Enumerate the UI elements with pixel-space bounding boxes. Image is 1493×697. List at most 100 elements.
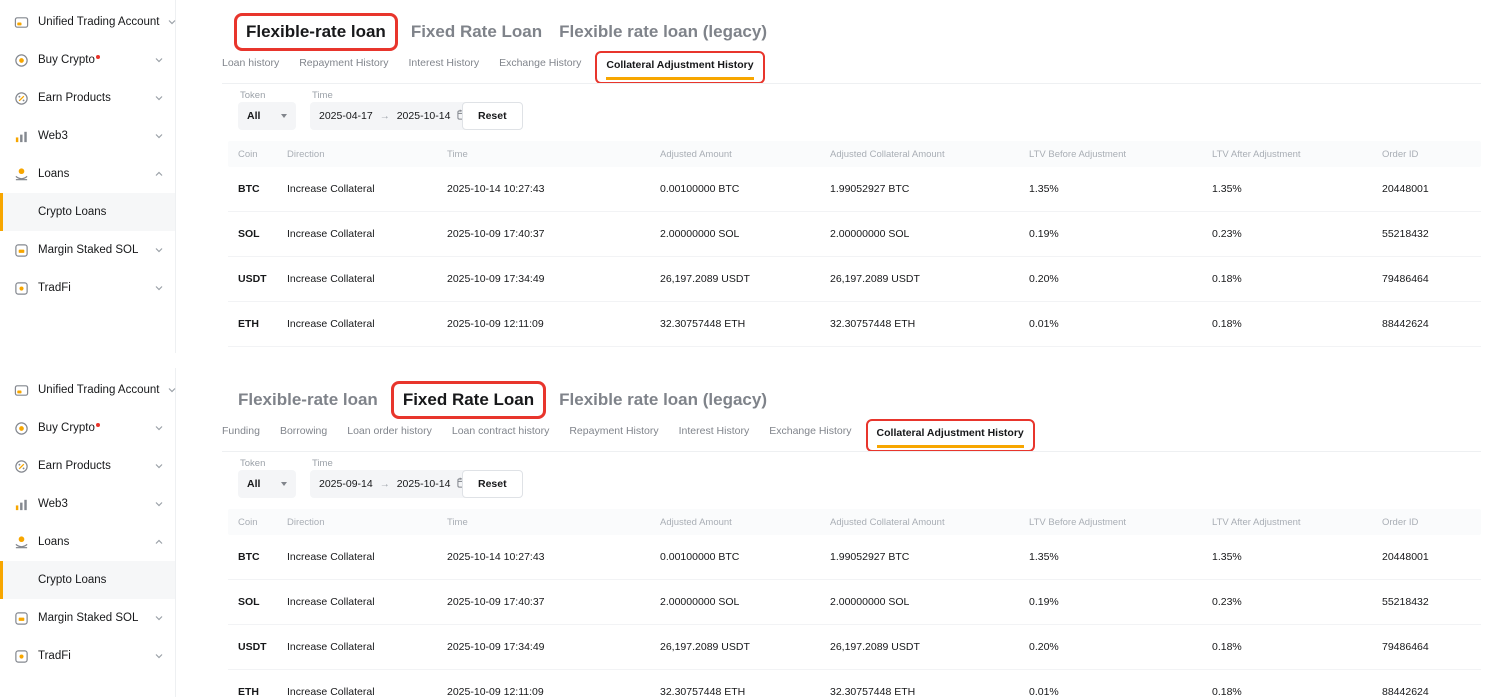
reset-button[interactable]: Reset bbox=[462, 102, 523, 130]
loan-type-tabs: Flexible-rate loan Fixed Rate Loan Flexi… bbox=[238, 386, 767, 414]
notification-dot bbox=[96, 55, 100, 59]
tab-fixed-rate-loan[interactable]: Fixed Rate Loan bbox=[411, 21, 542, 43]
cell-direction: Increase Collateral bbox=[277, 641, 437, 653]
loans-icon bbox=[14, 535, 29, 550]
cell-time: 2025-10-14 10:27:43 bbox=[437, 183, 650, 195]
sidebar-item-earn-products[interactable]: Earn Products bbox=[0, 447, 175, 485]
tab-flexible-rate-loan[interactable]: Flexible-rate loan bbox=[238, 389, 378, 411]
sidebar-item-margin-staked-sol[interactable]: Margin Staked SOL bbox=[0, 599, 175, 637]
sidebar-item-tradfi[interactable]: TradFi bbox=[0, 269, 175, 307]
date-range-picker[interactable]: 2025-09-14 → 2025-10-14 bbox=[310, 470, 477, 498]
tab-flexible-rate-loan-legacy[interactable]: Flexible rate loan (legacy) bbox=[559, 389, 767, 411]
sidebar-item-label: Web3 bbox=[38, 130, 146, 142]
earn-products-icon bbox=[14, 459, 29, 474]
history-subtabs: Loan history Repayment History Interest … bbox=[222, 57, 759, 78]
cell-adjusted-collateral-amount: 2.00000000 SOL bbox=[820, 228, 1019, 240]
tab-flexible-rate-loan-legacy[interactable]: Flexible rate loan (legacy) bbox=[559, 21, 767, 43]
reset-button[interactable]: Reset bbox=[462, 470, 523, 498]
sidebar-item-loans[interactable]: Loans bbox=[0, 523, 175, 561]
column-header-coin: Coin bbox=[228, 517, 277, 528]
cell-order-id: 79486464 bbox=[1372, 273, 1481, 285]
table-header-row: Coin Direction Time Adjusted Amount Adju… bbox=[228, 509, 1481, 535]
cell-adjusted-amount: 26,197.2089 USDT bbox=[650, 273, 820, 285]
subtab-interest-history[interactable]: Interest History bbox=[679, 425, 750, 437]
cell-coin: SOL bbox=[228, 596, 277, 608]
sidebar-item-earn-products[interactable]: Earn Products bbox=[0, 79, 175, 117]
sidebar-item-crypto-loans[interactable]: Crypto Loans bbox=[0, 561, 175, 599]
subtab-collateral-adjustment-history[interactable]: Collateral Adjustment History bbox=[606, 59, 753, 80]
column-header-direction: Direction bbox=[277, 149, 437, 160]
subtab-repayment-history[interactable]: Repayment History bbox=[569, 425, 658, 437]
subtab-repayment-history[interactable]: Repayment History bbox=[299, 57, 388, 69]
column-header-ltv-after-adjustment: LTV After Adjustment bbox=[1202, 149, 1372, 160]
sidebar-item-tradfi[interactable]: TradFi bbox=[0, 637, 175, 675]
sidebar-item-crypto-loans[interactable]: Crypto Loans bbox=[0, 193, 175, 231]
cell-adjusted-collateral-amount: 1.99052927 BTC bbox=[820, 551, 1019, 563]
date-from: 2025-09-14 bbox=[319, 478, 373, 490]
time-filter-label: Time bbox=[312, 90, 333, 101]
column-header-adjusted-amount: Adjusted Amount bbox=[650, 149, 820, 160]
tab-fixed-rate-loan[interactable]: Fixed Rate Loan bbox=[403, 389, 534, 411]
cell-adjusted-amount: 2.00000000 SOL bbox=[650, 228, 820, 240]
subtab-loan-order-history[interactable]: Loan order history bbox=[347, 425, 432, 437]
date-range-picker[interactable]: 2025-04-17 → 2025-10-14 bbox=[310, 102, 477, 130]
chevron-down-icon bbox=[155, 653, 163, 659]
cell-adjusted-amount: 32.30757448 ETH bbox=[650, 686, 820, 697]
column-header-order-id: Order ID bbox=[1372, 517, 1481, 528]
subtab-exchange-history[interactable]: Exchange History bbox=[499, 57, 581, 69]
cell-ltv-before: 0.01% bbox=[1019, 318, 1202, 330]
sidebar-item-buy-crypto[interactable]: Buy Crypto bbox=[0, 41, 175, 79]
annotation-box: Flexible-rate loan bbox=[234, 13, 398, 51]
divider bbox=[222, 83, 1481, 84]
caret-down-icon bbox=[281, 114, 287, 118]
cell-ltv-before: 0.19% bbox=[1019, 228, 1202, 240]
column-header-adjusted-collateral-amount: Adjusted Collateral Amount bbox=[820, 517, 1019, 528]
sidebar-subitem-label: Crypto Loans bbox=[38, 574, 106, 586]
subtab-interest-history[interactable]: Interest History bbox=[408, 57, 479, 69]
cell-coin: ETH bbox=[228, 318, 277, 330]
arrow-right-icon: → bbox=[380, 479, 390, 490]
sidebar-item-margin-staked-sol[interactable]: Margin Staked SOL bbox=[0, 231, 175, 269]
subtab-borrowing[interactable]: Borrowing bbox=[280, 425, 327, 437]
sidebar-item-loans[interactable]: Loans bbox=[0, 155, 175, 193]
cell-ltv-after: 1.35% bbox=[1202, 551, 1372, 563]
column-header-ltv-after-adjustment: LTV After Adjustment bbox=[1202, 517, 1372, 528]
column-header-direction: Direction bbox=[277, 517, 437, 528]
subtab-loan-contract-history[interactable]: Loan contract history bbox=[452, 425, 549, 437]
subtab-loan-history[interactable]: Loan history bbox=[222, 57, 279, 69]
cell-adjusted-collateral-amount: 26,197.2089 USDT bbox=[820, 641, 1019, 653]
tab-flexible-rate-loan[interactable]: Flexible-rate loan bbox=[246, 21, 386, 43]
cell-order-id: 88442624 bbox=[1372, 318, 1481, 330]
sidebar-item-unified-trading-account[interactable]: Unified Trading Account bbox=[0, 3, 175, 41]
table-row: ETH Increase Collateral 2025-10-09 12:11… bbox=[228, 670, 1481, 697]
cell-direction: Increase Collateral bbox=[277, 228, 437, 240]
sidebar-item-label: Web3 bbox=[38, 498, 146, 510]
sidebar-item-web3[interactable]: Web3 bbox=[0, 485, 175, 523]
cell-ltv-before: 0.20% bbox=[1019, 273, 1202, 285]
cell-adjusted-collateral-amount: 32.30757448 ETH bbox=[820, 686, 1019, 697]
cell-time: 2025-10-09 17:34:49 bbox=[437, 273, 650, 285]
cell-ltv-before: 0.01% bbox=[1019, 686, 1202, 697]
chevron-down-icon bbox=[155, 615, 163, 621]
sidebar-item-label: Loans bbox=[38, 168, 146, 180]
annotation-box: Collateral Adjustment History bbox=[595, 51, 764, 84]
cell-direction: Increase Collateral bbox=[277, 183, 437, 195]
cell-order-id: 55218432 bbox=[1372, 228, 1481, 240]
cell-adjusted-amount: 0.00100000 BTC bbox=[650, 551, 820, 563]
cell-coin: BTC bbox=[228, 551, 277, 563]
subtab-exchange-history[interactable]: Exchange History bbox=[769, 425, 851, 437]
sidebar-item-web3[interactable]: Web3 bbox=[0, 117, 175, 155]
sidebar: Unified Trading Account Buy Crypto Earn … bbox=[0, 0, 176, 353]
token-select[interactable]: All bbox=[238, 470, 296, 498]
table-row: SOL Increase Collateral 2025-10-09 17:40… bbox=[228, 580, 1481, 625]
token-select[interactable]: All bbox=[238, 102, 296, 130]
date-to: 2025-10-14 bbox=[397, 478, 451, 490]
main-content: Flexible-rate loan Fixed Rate Loan Flexi… bbox=[176, 368, 1493, 697]
sidebar-item-unified-trading-account[interactable]: Unified Trading Account bbox=[0, 371, 175, 409]
cell-direction: Increase Collateral bbox=[277, 273, 437, 285]
annotation-box: Collateral Adjustment History bbox=[866, 419, 1035, 452]
subtab-funding[interactable]: Funding bbox=[222, 425, 260, 437]
sidebar-item-buy-crypto[interactable]: Buy Crypto bbox=[0, 409, 175, 447]
subtab-collateral-adjustment-history[interactable]: Collateral Adjustment History bbox=[877, 427, 1024, 448]
date-from: 2025-04-17 bbox=[319, 110, 373, 122]
